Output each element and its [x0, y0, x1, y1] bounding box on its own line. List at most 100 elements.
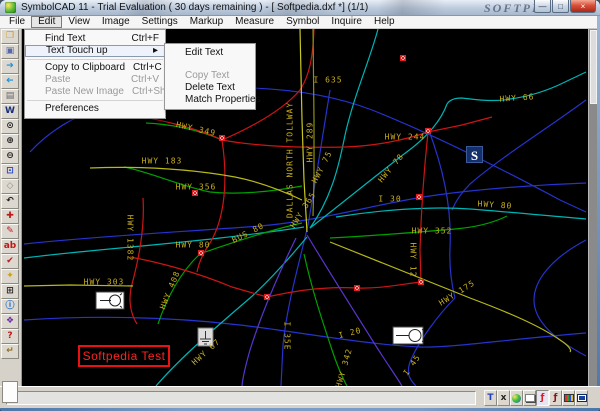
text-note-icon: ab: [4, 242, 17, 251]
highlighter-button[interactable]: ✦: [1, 269, 19, 284]
symbol-palette-button[interactable]: ❖: [1, 314, 19, 329]
info-button[interactable]: ⓘ: [1, 299, 19, 314]
redline-move-tool-button[interactable]: ƒ: [549, 390, 562, 406]
menu-item-delete-text[interactable]: Delete Text: [165, 82, 255, 94]
menu-separator: [27, 59, 163, 60]
undo-button[interactable]: ↶: [1, 194, 19, 209]
menu-item-label: Edit Text: [185, 47, 241, 59]
delete-tool-button[interactable]: x: [497, 390, 510, 406]
menu-item-copy-text[interactable]: Copy Text: [165, 70, 255, 82]
menu-item-paste-new-image[interactable]: Paste New ImageCtrl+Shift+V: [25, 86, 165, 98]
menu-item-label: Copy to Clipboard: [45, 62, 125, 74]
menu-item-edit-text[interactable]: Edit Text: [165, 47, 255, 59]
status-field: [6, 391, 476, 405]
menu-shortcut: Ctrl+C: [133, 62, 162, 74]
markup-add-icon: ✚: [6, 212, 14, 221]
road-label: HWY 289: [306, 122, 315, 163]
menu-edit[interactable]: Edit: [31, 16, 62, 28]
dimension-button[interactable]: ⊞: [1, 284, 19, 299]
word-export-icon: W: [5, 107, 15, 116]
markup-add-button[interactable]: ✚: [1, 209, 19, 224]
road-label: DALLAS NORTH TOLLWAY: [286, 102, 295, 218]
zoom-window-icon: ⊡: [6, 167, 14, 176]
region-tool-icon: [525, 394, 535, 402]
print-button[interactable]: ▤: [1, 89, 19, 104]
pan-button[interactable]: ◇: [1, 179, 19, 194]
window-tool-button[interactable]: [575, 390, 588, 406]
road-label: HWY 244: [385, 133, 426, 142]
road-label: HWY 12: [409, 243, 418, 278]
red-marker: [198, 250, 204, 256]
red-marker: [400, 55, 406, 61]
vertical-scrollbar[interactable]: [588, 29, 597, 386]
draw-line-button[interactable]: ✎: [1, 224, 19, 239]
next-page-icon: ➔: [6, 62, 14, 71]
road-label: I 35E: [283, 321, 292, 350]
save-button[interactable]: ▣: [1, 44, 19, 59]
zoom-out-button[interactable]: ⊖: [1, 149, 19, 164]
menu-item-preferences[interactable]: Preferences: [25, 103, 165, 115]
red-marker: [354, 285, 360, 291]
status-bar: Tx ƒƒ: [0, 386, 600, 408]
red-marker: [219, 135, 225, 141]
symbol-palette-icon: ❖: [6, 317, 14, 326]
exit-button[interactable]: ↵: [1, 344, 19, 359]
open-file-button[interactable]: ❒: [1, 29, 19, 44]
help-button[interactable]: ?: [1, 329, 19, 344]
menu-symbol[interactable]: Symbol: [280, 16, 325, 28]
menu-item-paste[interactable]: PasteCtrl+V: [25, 74, 165, 86]
maximize-button[interactable]: □: [552, 0, 569, 13]
region-tool-button[interactable]: [523, 390, 536, 406]
survey-symbol-2: [393, 327, 424, 344]
menu-item-label: Text Touch up: [46, 46, 145, 56]
next-page-button[interactable]: ➔: [1, 59, 19, 74]
road-label: HWY 183: [142, 157, 183, 166]
menu-image[interactable]: Image: [96, 16, 136, 28]
menu-item-find-text[interactable]: Find TextCtrl+F: [25, 33, 165, 45]
submenu-arrow-icon: ▸: [153, 46, 158, 56]
delete-tool-icon: x: [501, 394, 507, 403]
text-note-button[interactable]: ab: [1, 239, 19, 254]
menu-inquire[interactable]: Inquire: [325, 16, 368, 28]
redline-tool-button[interactable]: ƒ: [536, 390, 549, 406]
menu-item-copy-to-clipboard[interactable]: Copy to Clipboard Ctrl+C: [25, 62, 165, 74]
red-marker: [264, 294, 270, 300]
red-marker: [425, 128, 431, 134]
menu-measure[interactable]: Measure: [229, 16, 280, 28]
image-tool-button[interactable]: [562, 390, 575, 406]
menu-item-match-properties[interactable]: Match Properties: [165, 94, 255, 106]
vertical-scrollbar-thumb[interactable]: [590, 30, 597, 104]
globe-tool-button[interactable]: [510, 390, 523, 406]
red-marker: [418, 279, 424, 285]
menu-view[interactable]: View: [62, 16, 96, 28]
word-export-button[interactable]: W: [1, 104, 19, 119]
zoom-button[interactable]: ⊙: [1, 119, 19, 134]
menu-item-text-touch-up[interactable]: Text Touch up ▸: [25, 45, 165, 57]
road-label: I 635: [313, 76, 342, 85]
zoom-in-button[interactable]: ⊕: [1, 134, 19, 149]
markup-check-button[interactable]: ✔: [1, 254, 19, 269]
softpedia-logo: S: [466, 146, 483, 163]
menu-gap: [165, 59, 255, 70]
menu-item-label: Paste New Image: [45, 86, 124, 98]
text-tool-button[interactable]: T: [484, 390, 497, 406]
prev-page-button[interactable]: ➔: [1, 74, 19, 89]
dimension-icon: ⊞: [6, 287, 14, 296]
menu-bar: FileEditViewImageSettingsMarkupMeasureSy…: [0, 16, 600, 29]
menu-file[interactable]: File: [3, 16, 31, 28]
zoom-icon: ⊙: [6, 122, 14, 131]
image-tool-icon: [564, 394, 574, 402]
menu-markup[interactable]: Markup: [184, 16, 229, 28]
title-bar: SymbolCAD 11 - Trial Evaluation ( 30 day…: [0, 0, 600, 16]
minimize-button[interactable]: —: [534, 0, 551, 13]
draw-line-icon: ✎: [6, 227, 14, 236]
close-button[interactable]: ×: [570, 0, 596, 13]
left-toolbar: ❒▣➔➔▤W⊙⊕⊖⊡◇↶✚✎ab✔✦⊞ⓘ❖?↵: [0, 29, 22, 386]
survey-symbol-1: [96, 292, 124, 309]
menu-settings[interactable]: Settings: [136, 16, 184, 28]
menu-item-label: Paste: [45, 74, 123, 86]
zoom-window-button[interactable]: ⊡: [1, 164, 19, 179]
zoom-out-icon: ⊖: [6, 152, 14, 161]
menu-help[interactable]: Help: [368, 16, 401, 28]
app-window: SymbolCAD 11 - Trial Evaluation ( 30 day…: [0, 0, 600, 411]
